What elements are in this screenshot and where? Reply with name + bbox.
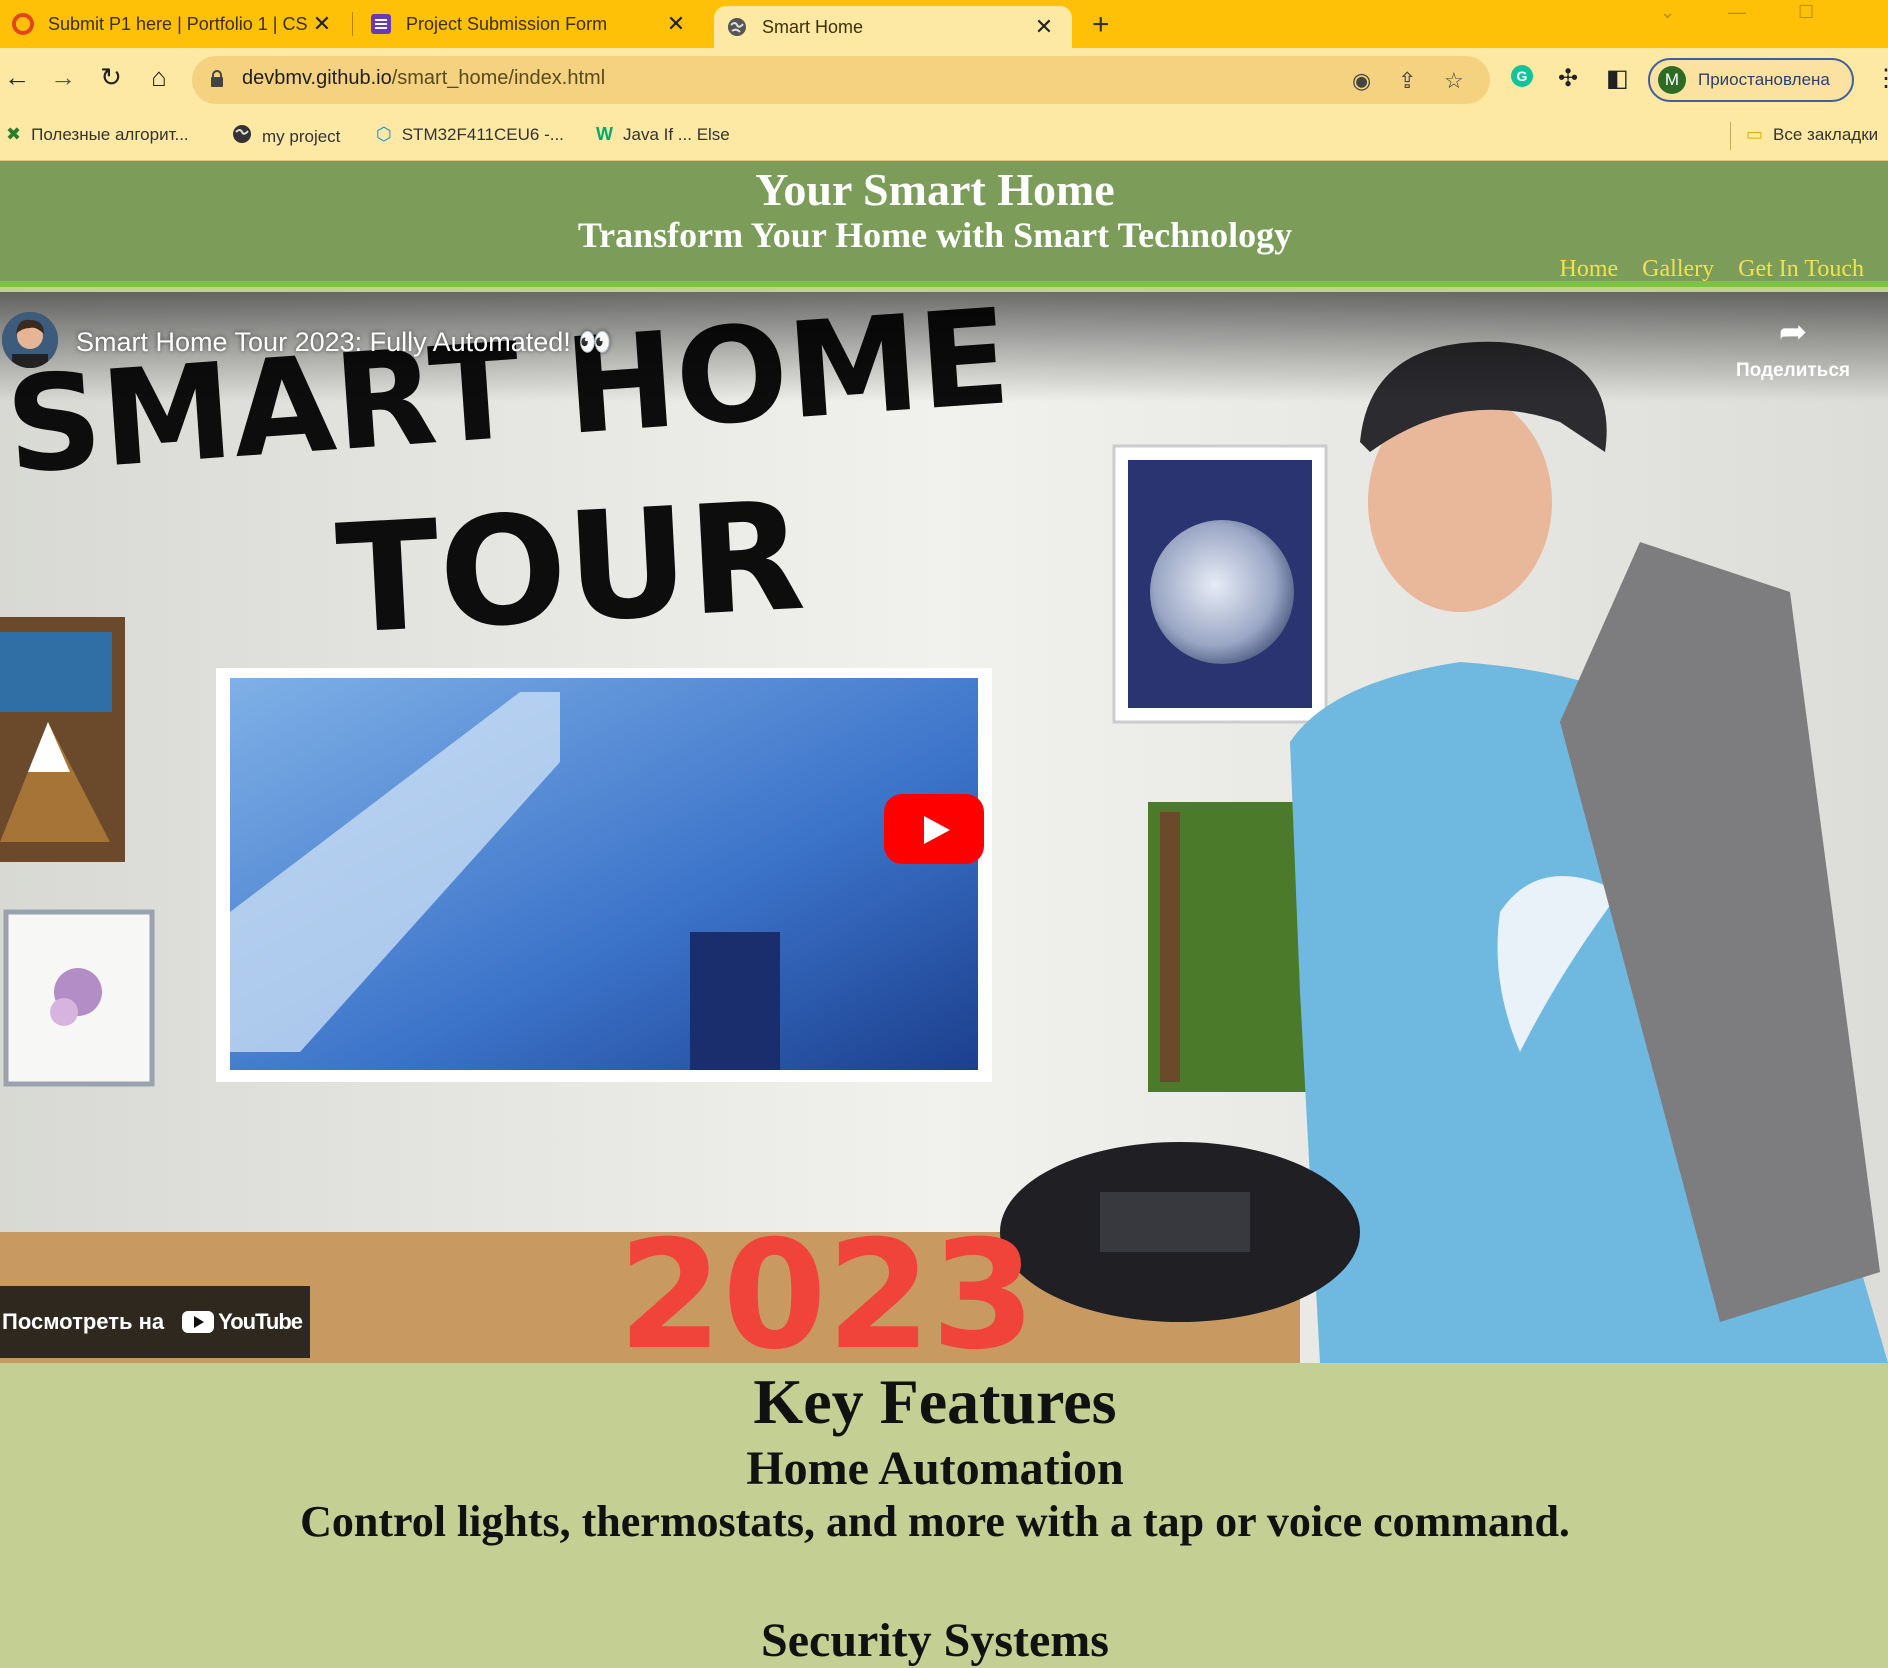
watch-on-label: Посмотреть на bbox=[2, 1309, 165, 1334]
tab-bar: Submit P1 here | Portfolio 1 | CS ✕ Proj… bbox=[0, 0, 1888, 48]
video-title[interactable]: Smart Home Tour 2023: Fully Automated! 👀 bbox=[76, 326, 612, 358]
site-header: Your Smart Home Transform Your Home with… bbox=[0, 161, 1888, 287]
all-bookmarks-label: Все закладки bbox=[1773, 124, 1879, 144]
youtube-embed[interactable]: 2023 SMART HOME TOUR Smart Home Tour 202… bbox=[0, 292, 1888, 1363]
back-icon[interactable]: ← bbox=[0, 62, 34, 93]
star-icon[interactable]: ☆ bbox=[1444, 68, 1464, 94]
nav-link-home[interactable]: Home bbox=[1560, 256, 1619, 283]
globe-icon bbox=[726, 16, 748, 38]
forms-icon bbox=[370, 13, 392, 35]
tab-title: Smart Home bbox=[762, 16, 864, 37]
url-text: devbmv.github.io/smart_home/index.html bbox=[242, 67, 605, 90]
tool-icon: ✖ bbox=[6, 124, 22, 144]
bookmark-item[interactable]: ⬡ STM32F411CEU6 -... bbox=[376, 124, 564, 145]
tab-canvas[interactable]: Submit P1 here | Portfolio 1 | CS ✕ bbox=[0, 0, 350, 48]
watch-on-youtube-button[interactable]: Посмотреть на YouTube bbox=[0, 1286, 310, 1358]
close-icon[interactable]: ✕ bbox=[664, 11, 688, 37]
lock-icon bbox=[211, 70, 223, 87]
bookmark-label: Полезные алгорит... bbox=[31, 124, 189, 144]
home-icon[interactable]: ⌂ bbox=[142, 62, 176, 93]
url-host: devbmv.github.io bbox=[242, 67, 392, 89]
nav-link-get-in-touch[interactable]: Get In Touch bbox=[1738, 256, 1864, 283]
menu-icon[interactable]: ⋮ bbox=[1874, 64, 1888, 93]
all-bookmarks[interactable]: ▭ Все закладки bbox=[1746, 124, 1878, 145]
tab-title: Submit P1 here | Portfolio 1 | CS bbox=[48, 13, 308, 34]
close-icon[interactable]: ✕ bbox=[1032, 14, 1056, 40]
features-heading: Key Features bbox=[753, 1366, 1117, 1437]
address-bar[interactable]: devbmv.github.io/smart_home/index.html ◉… bbox=[192, 56, 1490, 104]
tab-title: Project Submission Form bbox=[406, 13, 608, 34]
eye-off-icon[interactable]: ◉ bbox=[1352, 68, 1371, 94]
youtube-wordmark: YouTube bbox=[218, 1309, 303, 1334]
share-icon[interactable]: ⇪ bbox=[1398, 68, 1416, 94]
tab-project-submission[interactable]: Project Submission Form ✕ bbox=[358, 0, 704, 48]
bookmark-item[interactable]: ✖ Полезные алгорит... bbox=[6, 124, 189, 145]
hexagon-icon: ⬡ bbox=[376, 124, 392, 144]
profile-button[interactable]: M Приостановлена bbox=[1648, 58, 1854, 102]
tab-smart-home[interactable]: Smart Home ✕ bbox=[714, 6, 1072, 48]
svg-text:G: G bbox=[1517, 68, 1528, 84]
avatar: M bbox=[1658, 66, 1686, 94]
features-section: Key Features Home Automation Control lig… bbox=[0, 1363, 1888, 1667]
reload-icon[interactable]: ↻ bbox=[94, 62, 128, 93]
close-icon[interactable]: ✕ bbox=[310, 11, 334, 37]
chevron-down-icon[interactable]: ⌄ bbox=[1660, 2, 1675, 23]
site-subtitle: Transform Your Home with Smart Technolog… bbox=[577, 215, 1293, 255]
thumbnail-headline-2: TOUR bbox=[333, 470, 809, 668]
site-title: Your Smart Home bbox=[755, 164, 1115, 215]
browser-toolbar: ← → ↻ ⌂ devbmv.github.io/smart_home/inde… bbox=[0, 48, 1888, 112]
feature-text: Control lights, thermostats, and more wi… bbox=[300, 1497, 1570, 1546]
share-button[interactable]: ➦ Поделиться bbox=[1728, 312, 1858, 382]
url-path: /smart_home/index.html bbox=[391, 67, 606, 89]
grammarly-icon[interactable]: G bbox=[1510, 64, 1534, 95]
bookmark-item[interactable]: my project bbox=[232, 124, 340, 149]
site-nav: Home Gallery Get In Touch bbox=[1560, 256, 1864, 283]
play-button[interactable] bbox=[884, 794, 984, 864]
new-tab-button[interactable]: + bbox=[1092, 8, 1110, 42]
feature-title: Security Systems bbox=[761, 1614, 1109, 1667]
channel-avatar[interactable] bbox=[2, 312, 58, 368]
share-label: Поделиться bbox=[1735, 360, 1851, 381]
canvas-icon bbox=[12, 13, 34, 35]
folder-icon: ▭ bbox=[1746, 124, 1764, 144]
globe-icon bbox=[232, 124, 252, 149]
feature-title: Home Automation bbox=[746, 1442, 1124, 1495]
tab-divider bbox=[352, 12, 353, 36]
thumbnail-year: 2023 bbox=[618, 1209, 1035, 1363]
nav-link-gallery[interactable]: Gallery bbox=[1642, 256, 1714, 283]
youtube-icon bbox=[182, 1311, 215, 1333]
w3schools-icon: W bbox=[596, 124, 613, 144]
bookmarks-bar: ✖ Полезные алгорит... my project ⬡ STM32… bbox=[0, 112, 1888, 161]
profile-status: Приостановлена bbox=[1698, 70, 1830, 89]
minimize-icon[interactable]: — bbox=[1728, 2, 1746, 23]
bookmarks-divider bbox=[1730, 122, 1731, 150]
youtube-logo: YouTube bbox=[182, 1309, 303, 1335]
maximize-icon[interactable]: ☐ bbox=[1798, 2, 1814, 23]
bookmark-item[interactable]: W Java If ... Else bbox=[596, 124, 730, 145]
extensions-icon[interactable]: ✣ bbox=[1558, 64, 1578, 93]
bookmark-label: my project bbox=[262, 126, 341, 146]
forward-icon[interactable]: → bbox=[46, 62, 80, 93]
side-panel-icon[interactable]: ◧ bbox=[1606, 64, 1629, 93]
bookmark-label: STM32F411CEU6 -... bbox=[401, 124, 564, 144]
share-arrow-icon: ➦ bbox=[1778, 313, 1808, 351]
bookmark-label: Java If ... Else bbox=[623, 124, 730, 144]
